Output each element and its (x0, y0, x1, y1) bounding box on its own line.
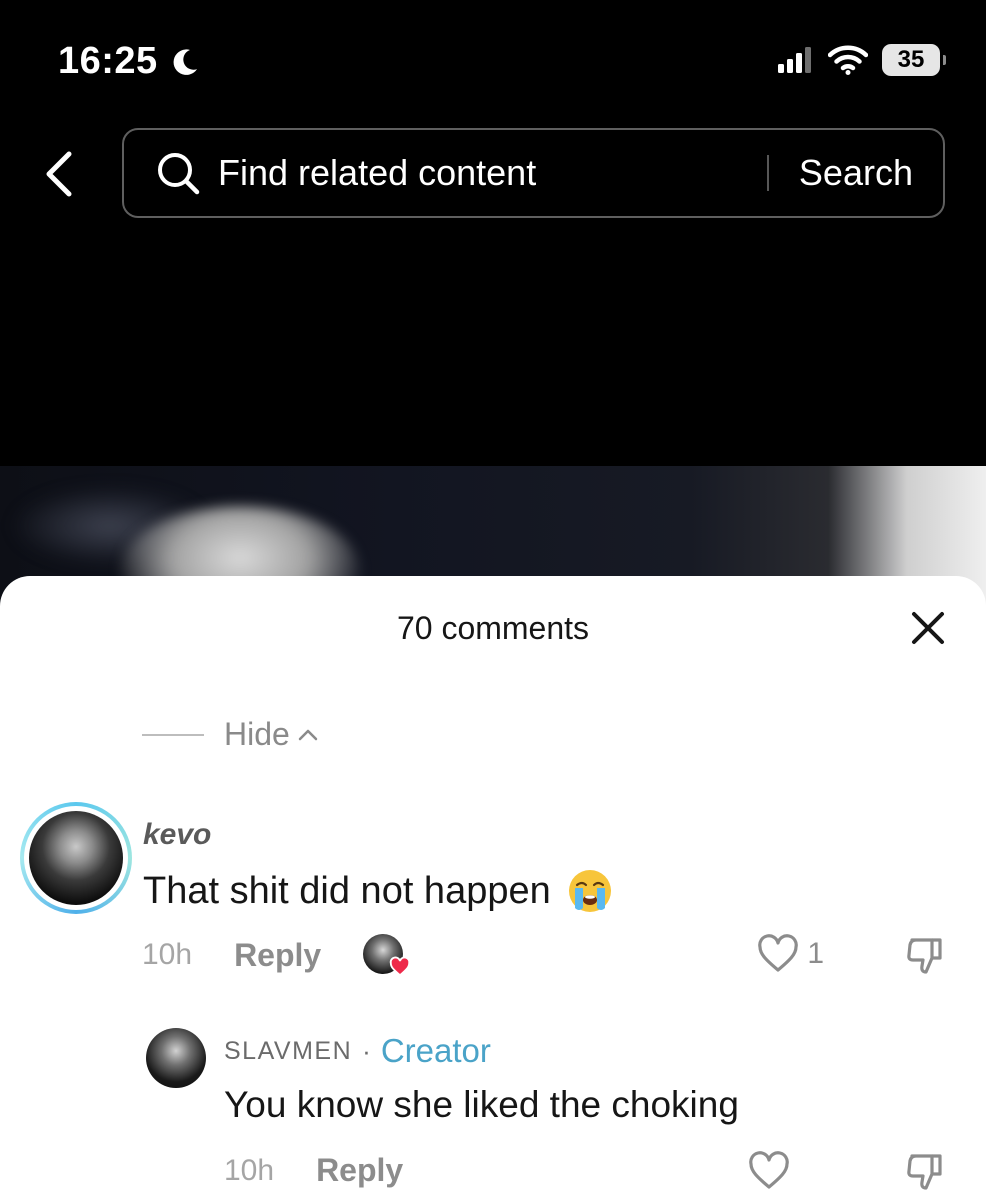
heart-filled-icon (390, 956, 411, 977)
creator-avatar[interactable] (146, 1028, 206, 1088)
avatar-image (29, 811, 123, 905)
hide-replies-button[interactable]: Hide (224, 716, 290, 753)
hide-divider-line (142, 733, 204, 736)
comment-meta: 10h Reply (142, 934, 411, 977)
dislike-icon[interactable] (904, 1150, 946, 1192)
battery-level: 35 (897, 46, 925, 73)
heart-outline-icon[interactable] (748, 1150, 790, 1192)
reply-text: You know she liked the choking (224, 1084, 739, 1125)
search-bar[interactable]: Find related content Search (122, 128, 945, 218)
close-icon[interactable] (908, 608, 948, 648)
reply-header: SLAVMEN · Creator (224, 1032, 491, 1070)
commenter-avatar[interactable] (20, 802, 132, 914)
search-icon (158, 153, 200, 195)
liked-by-creator-badge (363, 934, 411, 977)
comment-text: That shit did not happen (143, 868, 613, 914)
comments-count-title: 70 comments (396, 610, 590, 646)
signal-icon (778, 47, 811, 73)
hide-replies-row[interactable]: Hide (142, 716, 320, 753)
heart-outline-icon (758, 934, 799, 972)
chevron-left-icon (46, 151, 72, 197)
comment-username[interactable]: kevo (143, 818, 211, 852)
separator-dot: · (362, 1035, 371, 1066)
wifi-icon (828, 45, 868, 75)
comment-body: That shit did not happen (143, 869, 551, 912)
battery-icon: 35 (882, 44, 946, 76)
moon-icon (173, 48, 197, 75)
reply-button[interactable]: Reply (316, 1152, 403, 1189)
dislike-icon[interactable] (904, 934, 946, 976)
like-button[interactable]: 1 (757, 934, 824, 974)
status-time: 16:25 (58, 40, 202, 83)
crying-face-emoji-icon (568, 870, 611, 912)
comment-time: 10h (142, 938, 193, 971)
search-input[interactable]: Find related content (218, 152, 767, 194)
clock-text: 16:25 (58, 40, 158, 82)
reply-button[interactable]: Reply (234, 937, 321, 974)
search-button[interactable]: Search (769, 152, 943, 194)
reply-meta: 10h Reply (224, 1152, 403, 1189)
reply-username[interactable]: SLAVMEN (224, 1037, 352, 1066)
reply-time: 10h (224, 1153, 275, 1187)
back-button[interactable] (36, 148, 80, 200)
chevron-up-icon (298, 729, 318, 740)
comments-sheet: 70 comments Hide kevo That shit did not … (0, 576, 986, 1200)
avatar-border (24, 806, 128, 910)
like-count: 1 (807, 937, 824, 970)
status-icons: 35 (778, 44, 946, 76)
creator-badge: Creator (380, 1032, 491, 1069)
